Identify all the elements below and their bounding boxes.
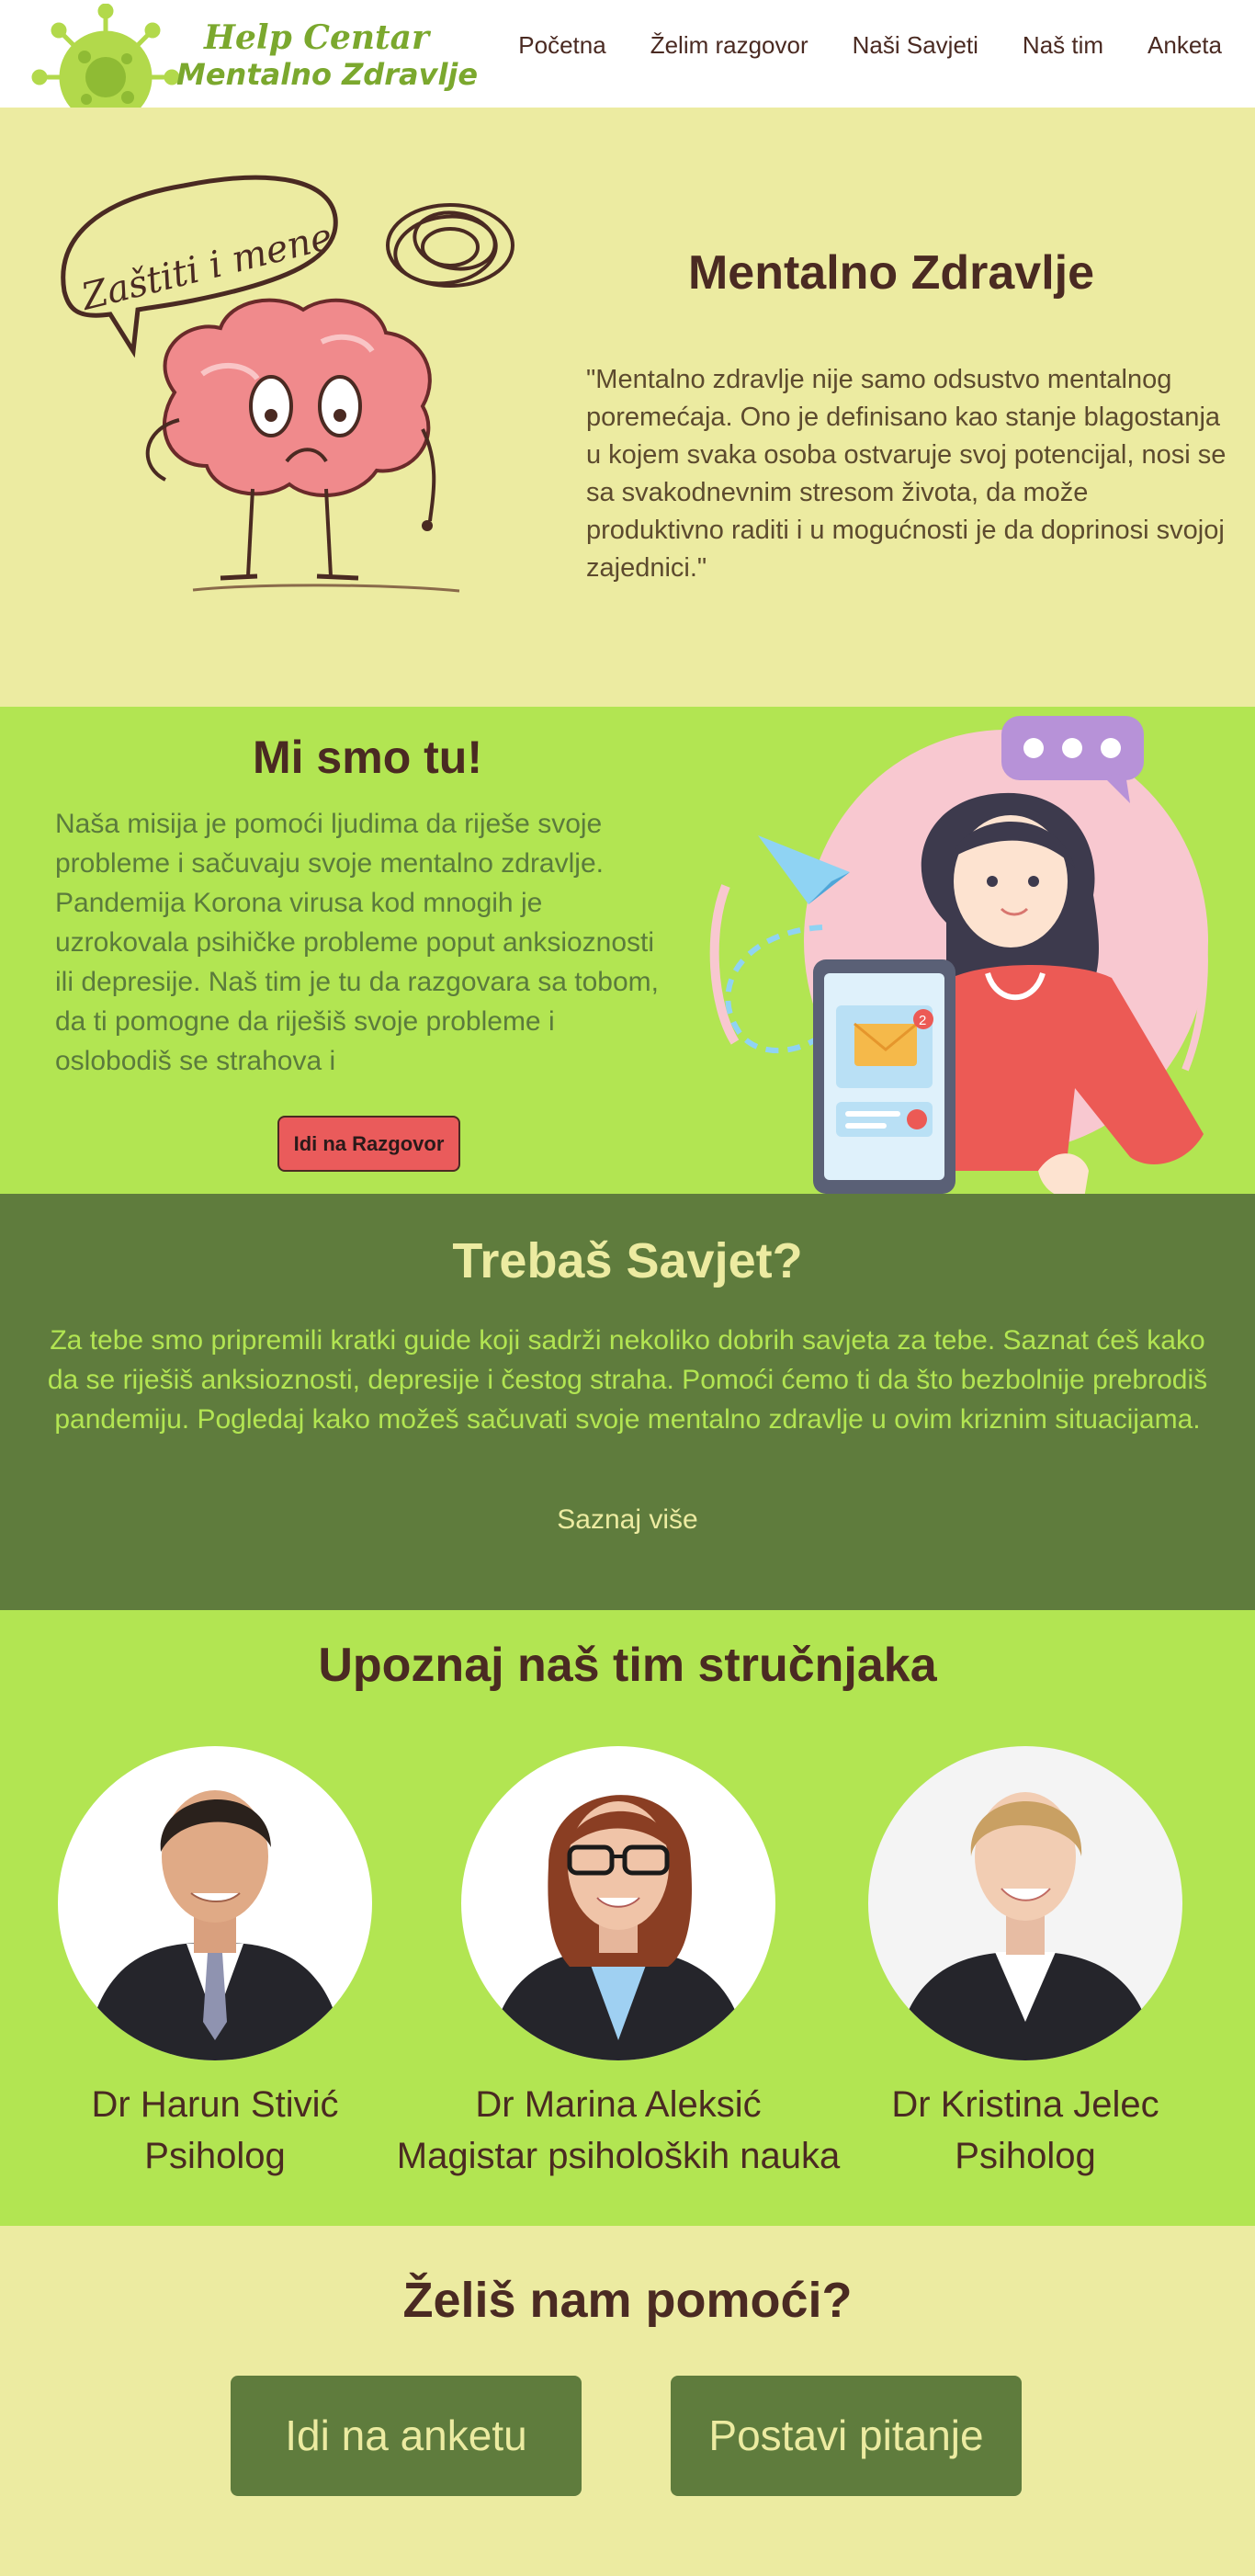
- ask-question-button[interactable]: Postavi pitanje: [671, 2376, 1022, 2496]
- brand-title[interactable]: Help Centar: [204, 18, 429, 57]
- team-member-role: Magistar psiholoških nauka: [396, 2136, 841, 2176]
- phone-chat-illustration: 2: [709, 716, 1208, 1200]
- team-member-card: Dr Marina Aleksić Magistar psiholoških n…: [379, 1746, 857, 2182]
- team-member-photo: [868, 1746, 1182, 2060]
- team-member-photo: [461, 1746, 775, 2060]
- mission-title: Mi smo tu!: [253, 732, 482, 783]
- hero-quote: "Mentalno zdravlje nije samo odsustvo me…: [586, 365, 1227, 583]
- advice-section: Trebaš Savjet? Za tebe smo pripremili kr…: [0, 1194, 1255, 1610]
- notification-count: 2: [919, 1013, 926, 1028]
- learn-more-link[interactable]: Saznaj više: [0, 1504, 1255, 1536]
- brand-subtitle[interactable]: Mentalno Zdravlje: [176, 57, 478, 92]
- team-member-name: Dr Marina Aleksić: [475, 2084, 762, 2125]
- nav-link-pocetna[interactable]: Početna: [518, 31, 605, 60]
- advice-text: Za tebe smo pripremili kratki guide koji…: [47, 1325, 1208, 1435]
- nav-link-anketa[interactable]: Anketa: [1148, 31, 1222, 60]
- nav-link-zelim-razgovor[interactable]: Želim razgovor: [650, 31, 808, 60]
- advice-title: Trebaš Savjet?: [452, 1233, 803, 1288]
- mission-section: 2 Mi smo tu! Naša misija je pomoći ljudi…: [0, 707, 1255, 1200]
- top-navigation: Help Centar Mentalno Zdravlje Početna Že…: [0, 0, 1255, 151]
- team-member-name: Dr Kristina Jelec: [891, 2084, 1159, 2125]
- team-section: Upoznaj naš tim stručnjaka Dr Harun Stiv…: [0, 1610, 1255, 2226]
- team-member-role: Psiholog: [955, 2136, 1096, 2176]
- go-to-survey-button[interactable]: Idi na anketu: [231, 2376, 582, 2496]
- nav-link-nas-tim[interactable]: Naš tim: [1023, 31, 1103, 60]
- help-title: Želiš nam pomoći?: [402, 2273, 853, 2328]
- hero-title: Mentalno Zdravlje: [687, 246, 1095, 300]
- team-member-card: Dr Kristina Jelec Psiholog: [786, 1746, 1255, 2182]
- brain-character-illustration: Zaštiti i mene: [61, 175, 514, 593]
- team-member-photo: [58, 1746, 372, 2060]
- hero-section: Zaštiti i mene Mentalno Zdravlje "Mental…: [0, 108, 1255, 707]
- team-title: Upoznaj naš tim stručnjaka: [318, 1639, 937, 1692]
- go-to-conversation-button[interactable]: Idi na Razgovor: [277, 1116, 460, 1172]
- nav-links: Početna Želim razgovor Naši Savjeti Naš …: [518, 31, 1222, 60]
- mission-text: Naša misija je pomoći ljudima da riješe …: [55, 809, 659, 1076]
- nav-link-nasi-savjeti[interactable]: Naši Savjeti: [853, 31, 978, 60]
- help-section: Želiš nam pomoći? Idi na anketu Postavi …: [0, 2226, 1255, 2576]
